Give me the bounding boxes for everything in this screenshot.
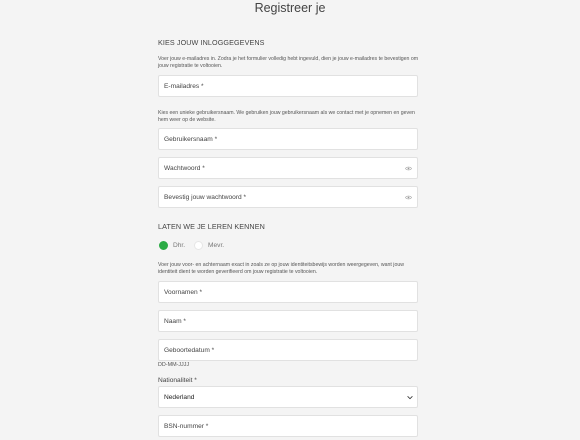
email-field[interactable]: E-mailadres * <box>158 75 418 97</box>
name-help-text: Voer jouw voor- en achternaam exact in z… <box>158 262 404 275</box>
lastname-field-label: Naam * <box>164 318 186 325</box>
bsn-field-label: BSN-nummer * <box>164 423 209 430</box>
salutation-radio-mrs[interactable] <box>194 241 203 250</box>
login-section-title: KIES JOUW INLOGGEGEVENS <box>158 38 265 47</box>
eye-icon[interactable] <box>405 195 412 200</box>
personal-section-title: LATEN WE JE LEREN KENNEN <box>158 222 265 231</box>
nationality-select-value: Nederland <box>164 394 195 401</box>
password-field[interactable]: Wachtwoord * <box>158 157 418 179</box>
email-help-text: Voer jouw e-mailadres in. Zodra je het f… <box>158 56 419 69</box>
birthdate-format-hint: DD-MM-JJJJ <box>158 362 190 368</box>
bsn-field[interactable]: BSN-nummer * <box>158 415 418 437</box>
eye-icon[interactable] <box>405 166 412 171</box>
salutation-radio-mr[interactable] <box>159 241 168 250</box>
birthdate-field-label: Geboortedatum * <box>164 347 215 354</box>
password-confirm-field[interactable]: Bevestig jouw wachtwoord * <box>158 186 418 208</box>
birthdate-field[interactable]: Geboortedatum * <box>158 339 418 361</box>
salutation-label-mr: Dhr. <box>173 242 186 249</box>
lastname-field[interactable]: Naam * <box>158 310 418 332</box>
nationality-label: Nationaliteit * <box>158 377 197 384</box>
username-field[interactable]: Gebruikersnaam * <box>158 128 418 150</box>
salutation-radio-group: Dhr. Mevr. <box>158 240 278 252</box>
chevron-down-icon <box>407 396 413 400</box>
username-help-text: Kies een unieke gebruikersnaam. We gebru… <box>158 110 415 123</box>
page-title: Registreer je <box>254 1 326 15</box>
username-field-label: Gebruikersnaam * <box>164 136 218 143</box>
nationality-select[interactable]: Nederland <box>158 386 418 408</box>
email-field-label: E-mailadres * <box>164 83 204 90</box>
password-field-label: Wachtwoord * <box>164 165 205 172</box>
password-confirm-field-label: Bevestig jouw wachtwoord * <box>164 194 247 201</box>
salutation-label-mrs: Mevr. <box>208 242 225 249</box>
firstname-field-label: Voornamen * <box>164 289 203 296</box>
registration-page: Registreer je KIES JOUW INLOGGEGEVENS Vo… <box>0 0 580 440</box>
firstname-field[interactable]: Voornamen * <box>158 281 418 303</box>
